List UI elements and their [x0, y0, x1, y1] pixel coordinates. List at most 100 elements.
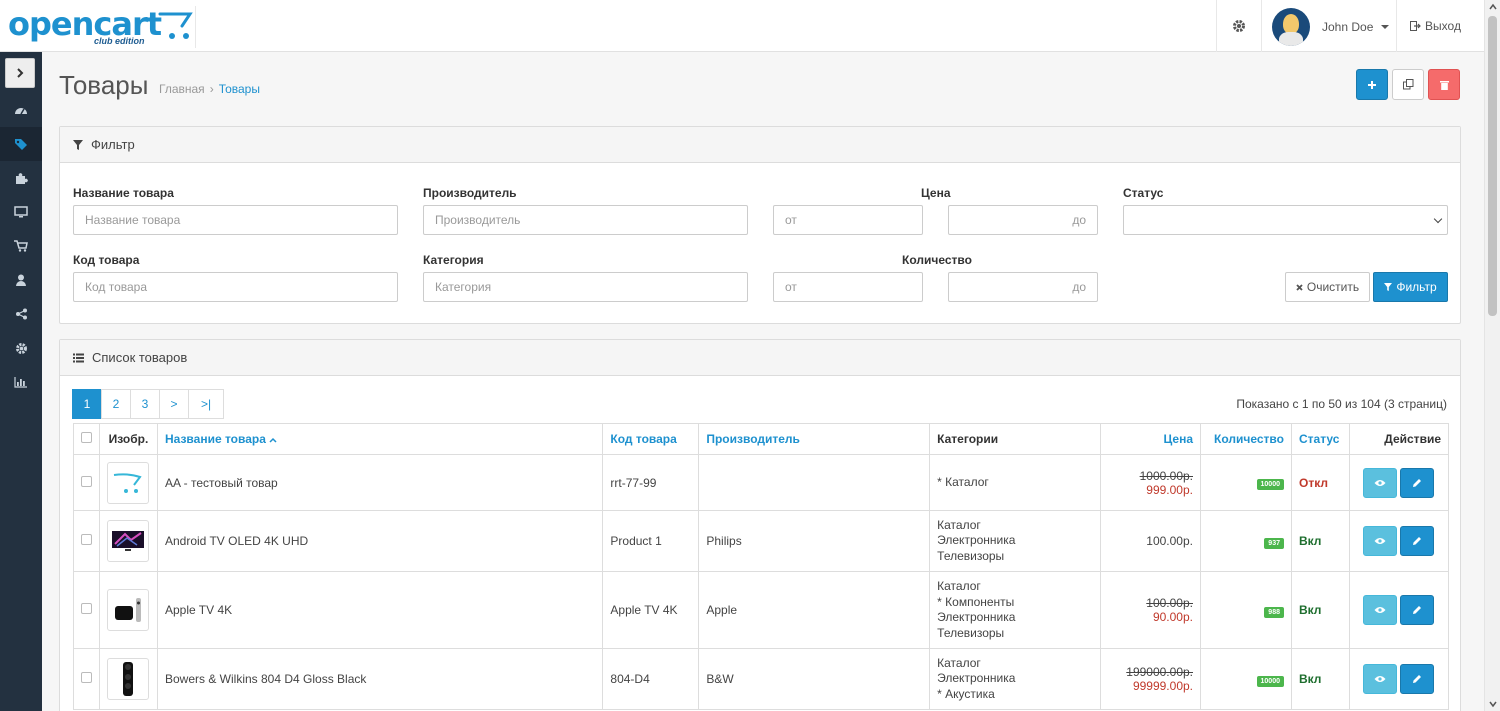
filter-name-input[interactable]: Название товара: [73, 205, 398, 235]
row-checkbox[interactable]: [81, 672, 92, 683]
product-thumbnail: [107, 658, 149, 700]
list-panel-header: Список товаров: [60, 340, 1460, 376]
logout-button[interactable]: Выход: [1396, 0, 1474, 52]
row-checkbox[interactable]: [81, 603, 92, 614]
row-status-cell: Вкл: [1290, 648, 1350, 710]
view-button[interactable]: [1363, 595, 1398, 625]
row-price-special: 99999.00р.: [1132, 679, 1193, 693]
sidebar-item-reports[interactable]: [0, 365, 42, 399]
filter-price-label: Цена: [921, 186, 951, 200]
row-status: Вкл: [1298, 534, 1322, 548]
pencil-icon: [1413, 478, 1422, 487]
delete-product-button[interactable]: [1428, 69, 1460, 100]
breadcrumb-products-link[interactable]: Товары: [219, 82, 260, 96]
edit-button[interactable]: [1400, 664, 1435, 694]
copy-product-button[interactable]: [1392, 69, 1424, 100]
col-model[interactable]: Код товара: [602, 423, 700, 455]
col-status[interactable]: Статус: [1290, 423, 1350, 455]
sidebar-item-marketing[interactable]: [0, 297, 42, 331]
filter-status-select[interactable]: [1123, 205, 1448, 235]
opencart-logo[interactable]: opencart club edition: [8, 6, 196, 48]
row-category: * Акустика: [937, 686, 995, 701]
sidebar-item-extensions[interactable]: [0, 161, 42, 195]
clear-filter-label: Очистить: [1306, 280, 1360, 294]
sidebar-item-dashboard[interactable]: [0, 93, 42, 127]
pencil-icon: [1413, 675, 1422, 683]
edit-button[interactable]: [1400, 526, 1435, 556]
row-image-cell: [99, 648, 158, 710]
row-checkbox[interactable]: [81, 534, 92, 545]
col-quantity[interactable]: Количество: [1200, 423, 1292, 455]
breadcrumb-home-link[interactable]: Главная: [159, 82, 205, 96]
page-scrollbar[interactable]: [1484, 0, 1500, 711]
col-manufacturer[interactable]: Производитель: [698, 423, 931, 455]
apply-filter-label: Фильтр: [1396, 280, 1437, 294]
row-categories: * Каталог: [929, 454, 1102, 511]
row-checkbox[interactable]: [81, 475, 92, 487]
filter-quantity-to-input[interactable]: до: [948, 272, 1098, 302]
sidebar-item-catalog[interactable]: [0, 127, 42, 161]
sign-out-icon: [1410, 21, 1421, 31]
row-manufacturer: [698, 454, 931, 511]
view-button[interactable]: [1363, 664, 1398, 694]
row-price-special: 90.00р.: [1152, 610, 1193, 624]
filter-name-label: Название товара: [73, 186, 174, 200]
row-action-cell: [1348, 454, 1450, 511]
apply-filter-button[interactable]: Фильтр: [1373, 272, 1448, 302]
view-button[interactable]: [1363, 526, 1398, 556]
filter-manufacturer-input[interactable]: Производитель: [423, 205, 748, 235]
eye-icon: [1374, 538, 1386, 544]
page-next-link[interactable]: >: [159, 389, 189, 419]
filter-heading: Фильтр: [91, 137, 135, 152]
row-status-cell: Вкл: [1290, 571, 1350, 649]
filter-category-label: Категория: [423, 253, 484, 267]
page-link-2[interactable]: 2: [101, 389, 131, 419]
row-select-cell: [73, 571, 100, 649]
sidebar-toggle-button[interactable]: [5, 58, 35, 88]
filter-price-to-input[interactable]: до: [948, 205, 1098, 235]
filter-price-from-input[interactable]: от: [773, 205, 923, 235]
sidebar-item-design[interactable]: [0, 195, 42, 229]
product-list-panel: Список товаров 1 2 3 > >| Показано с 1 п…: [59, 339, 1461, 711]
plus-icon: [1368, 80, 1376, 89]
col-price[interactable]: Цена: [1100, 423, 1201, 455]
dashboard-icon: [15, 108, 27, 115]
page-link-1[interactable]: 1: [72, 389, 102, 419]
row-name: Bowers & Wilkins 804 D4 Gloss Black: [156, 648, 604, 710]
page-last-link[interactable]: >|: [188, 389, 224, 419]
clear-filter-button[interactable]: Очистить: [1285, 272, 1370, 302]
product-table: Изобр. Название товара Код товара Произв…: [73, 423, 1450, 710]
edit-button[interactable]: [1400, 595, 1435, 625]
sidebar-item-customers[interactable]: [0, 263, 42, 297]
pagination: 1 2 3 > >|: [72, 389, 224, 419]
page-link-3[interactable]: 3: [130, 389, 160, 419]
col-name[interactable]: Название товара: [156, 423, 604, 455]
add-product-button[interactable]: [1356, 69, 1388, 100]
row-price-old: 199000.00р.: [1126, 665, 1193, 679]
filter-model-label: Код товара: [73, 253, 140, 267]
row-quantity-badge: 10000: [1256, 479, 1284, 490]
row-quantity-cell: 988: [1200, 571, 1292, 649]
gear-icon: [15, 342, 27, 354]
select-all-cell: [73, 423, 100, 455]
row-category: * Компоненты: [937, 594, 1015, 609]
view-button[interactable]: [1363, 467, 1398, 498]
scroll-down-arrow-icon[interactable]: [1488, 699, 1498, 709]
desktop-icon: [14, 206, 28, 218]
scrollbar-thumb[interactable]: [1488, 16, 1497, 316]
sidebar-item-sales[interactable]: [0, 229, 42, 263]
scroll-up-arrow-icon[interactable]: [1488, 2, 1498, 12]
filter-quantity-from-input[interactable]: от: [773, 272, 923, 302]
row-action-cell: [1348, 571, 1450, 649]
settings-gear-button[interactable]: [1216, 0, 1262, 52]
row-image-cell: [99, 571, 158, 649]
edit-button[interactable]: [1400, 467, 1435, 498]
filter-model-input[interactable]: Код товара: [73, 272, 398, 302]
row-status-cell: Вкл: [1290, 510, 1350, 572]
user-menu[interactable]: John Doe: [1272, 8, 1390, 46]
product-thumbnail: [107, 461, 149, 504]
row-select-cell: [73, 454, 100, 511]
select-all-checkbox[interactable]: [81, 432, 92, 443]
filter-category-input[interactable]: Категория: [423, 272, 748, 302]
sidebar-item-system[interactable]: [0, 331, 42, 365]
